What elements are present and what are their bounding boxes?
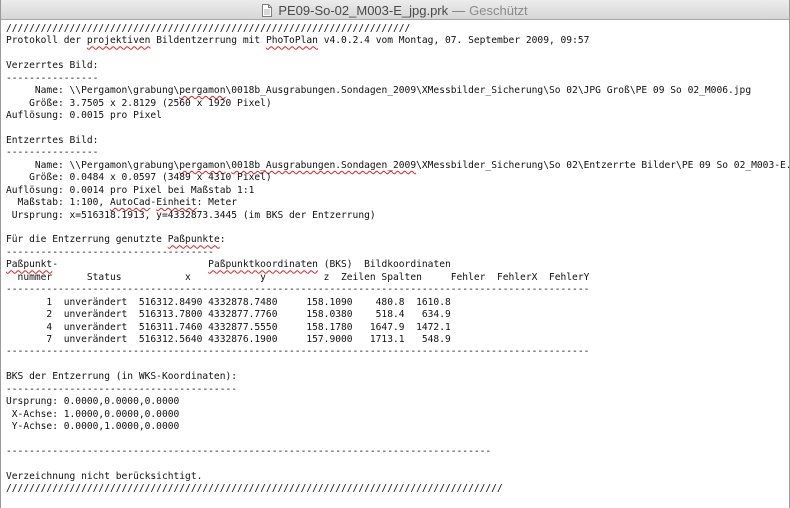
document-line: Entzerrtes Bild:: [6, 134, 99, 146]
text-segment: : Meter: [196, 197, 238, 209]
document-line: ------------------------------------: [6, 246, 214, 258]
document-line: Maßstab: 1:100, AutoCad-Einheit: Meter: [6, 197, 789, 209]
document-line: ----------------------------------------…: [6, 284, 590, 296]
document-line: Größe: 0.0484 x 0.0597 (3489 x 4310 Pixe…: [6, 172, 272, 184]
title-separator: —: [452, 2, 466, 18]
text-segment: v4.0.2.4 vom Montag, 07. September 2009,…: [317, 35, 590, 47]
document-line: 4 unverändert 516311.7460 4332877.5550 1…: [6, 321, 451, 333]
misspelled-word: PhoToPlan: [265, 35, 318, 47]
document-line: 2 unverändert 516313.7800 4332877.7760 1…: [6, 309, 451, 321]
window-title: PE09-So-02_M003-E_jpg.prk — Geschützt: [1, 0, 789, 20]
document-line: Größe: 3.7505 x 2.8129 (2560 x 1920 Pixe…: [6, 97, 272, 109]
text-segment: \0018b_Ausgrabungen.Sondagen_2009\XMessb…: [225, 85, 752, 97]
document-line: nummer Status x y z Zeilen Spalten Fehle…: [6, 271, 590, 283]
locked-status: Geschützt: [469, 2, 528, 18]
document-line: 7 unverändert 516312.5640 4332876.1900 1…: [6, 333, 451, 345]
misspelled-word: Paßpunkte: [167, 234, 220, 246]
text-segment: Für die Entzerrung genutzte: [6, 234, 168, 246]
text-segment: Bildentzerrung mit: [150, 35, 266, 47]
misspelled-word: AutoCad: [109, 197, 151, 209]
misspelled-word: 0018b_Ausgrabungen.Sondagen_2009: [231, 159, 417, 171]
misspelled-word: Einheit: [156, 197, 197, 209]
window-filename: PE09-So-02_M003-E_jpg.prk: [278, 2, 449, 18]
document-line: Name: \\Pergamon\grabung\pergamon\0018b_…: [6, 160, 789, 172]
text-segment: \XMessbilder_Sicherung\So 02\Entzerrte B…: [416, 159, 789, 171]
document-line: Verzeichnung nicht berücksichtigt.: [6, 470, 203, 482]
misspelled-word: Paßpunkt: [6, 259, 53, 271]
document-line: Name: \\Pergamon\grabung\pergamon\0018b_…: [6, 85, 789, 97]
document-icon: [262, 3, 273, 17]
document-line: Auflösung: 0.0015 pro Pixel: [6, 110, 162, 122]
document-line: ////////////////////////////////////////…: [6, 483, 503, 495]
document-line: BKS der Entzerrung (in WKS-Koordinaten):: [6, 371, 238, 383]
text-segment: Name: \\Pergamon\grabung\: [6, 85, 180, 97]
document-line: ----------------------------------------: [6, 383, 238, 395]
text-segment: (BKS) Bildkoordinaten: [317, 259, 451, 271]
text-segment: Protokoll der: [6, 35, 87, 47]
misspelled-word: pergamon: [179, 85, 226, 97]
document-line: Paßpunkt- Paßpunktkoordinaten (BKS) Bild…: [6, 259, 789, 271]
document-line: X-Achse: 1.0000,0.0000,0.0000: [6, 408, 180, 420]
misspelled-word: pergamon: [179, 159, 226, 171]
misspelled-word: projektiven: [86, 35, 151, 47]
document-line: 1 unverändert 516312.8490 4332878.7480 1…: [6, 296, 451, 308]
text-segment: Maßstab: 1:100,: [6, 197, 110, 209]
text-editor-window: PE09-So-02_M003-E_jpg.prk — Geschützt //…: [0, 0, 790, 508]
document-line: Ursprung: x=516318.1913, y=4332873.3445 …: [6, 209, 376, 221]
document-text-area[interactable]: ////////////////////////////////////////…: [1, 20, 789, 508]
document-line: ----------------: [6, 147, 99, 159]
document-line: Ursprung: 0.0000,0.0000,0.0000: [6, 396, 180, 408]
vertical-scrollbar[interactable]: [783, 20, 789, 508]
text-segment: -: [52, 259, 209, 271]
document-line: Verzerrtes Bild:: [6, 60, 99, 72]
document-line: ////////////////////////////////////////…: [6, 23, 411, 34]
document-line: Protokoll der projektiven Bildentzerrung…: [6, 35, 789, 47]
document-line: Für die Entzerrung genutzte Paßpunkte:: [6, 234, 789, 246]
document-line: ----------------: [6, 72, 99, 84]
document-line: Auflösung: 0.0014 pro Pixel bei Maßstab …: [6, 184, 255, 196]
document-line: ----------------------------------------…: [6, 445, 492, 457]
document-line: ----------------------------------------…: [6, 346, 590, 358]
text-segment: :: [219, 234, 226, 246]
text-segment: Name: \\Pergamon\grabung\: [6, 159, 180, 171]
misspelled-word: Paßpunktkoordinaten: [208, 259, 318, 271]
title-bar[interactable]: PE09-So-02_M003-E_jpg.prk — Geschützt: [1, 0, 789, 20]
document-line: Y-Achse: 0.0000,1.0000,0.0000: [6, 421, 180, 432]
